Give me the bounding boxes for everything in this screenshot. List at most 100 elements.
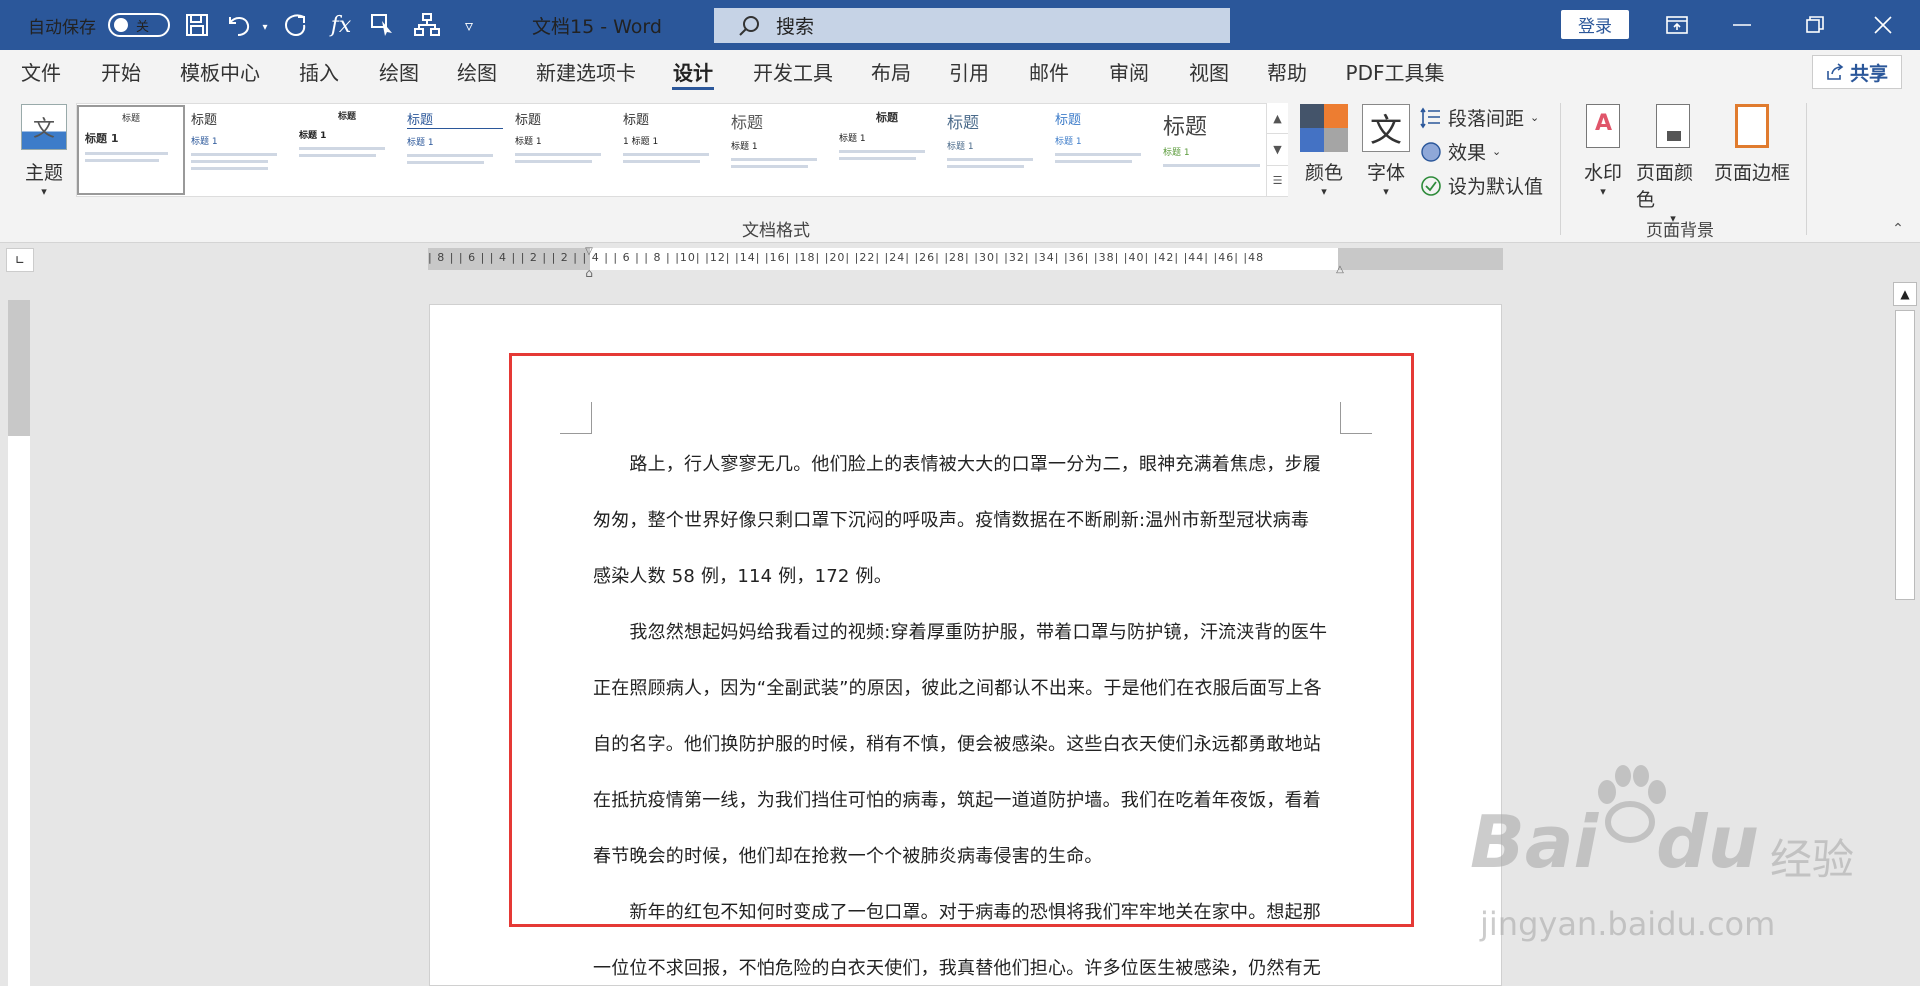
style-set-title: 标题: [1163, 115, 1208, 140]
preview-line: [407, 161, 484, 164]
search-placeholder: 搜索: [776, 16, 815, 38]
tab-selector-icon[interactable]: ∟: [6, 248, 34, 272]
gallery-up-icon[interactable]: ▲: [1267, 103, 1288, 135]
preview-line: [1055, 160, 1132, 163]
style-set-heading: 1 标题 1: [623, 137, 659, 147]
scroll-up-icon[interactable]: ▲: [1893, 282, 1917, 306]
autosave-control[interactable]: 自动保存 关: [28, 10, 170, 40]
style-set-item[interactable]: 标题 标题 1: [833, 105, 941, 195]
tab-pdf-tools[interactable]: PDF工具集: [1340, 50, 1450, 93]
restore-icon[interactable]: [1790, 8, 1840, 42]
tab-review[interactable]: 审阅: [1104, 50, 1154, 93]
tab-insert[interactable]: 插入: [294, 50, 344, 93]
themes-icon: 文: [21, 104, 67, 150]
watermark-brand-du: du: [1656, 800, 1759, 884]
themes-label: 主题: [24, 162, 63, 184]
group-label-page-background: 页面背景: [1646, 221, 1714, 241]
style-set-item[interactable]: 标题 标题 1: [1157, 105, 1277, 195]
preview-line: [731, 158, 818, 161]
fonts-button[interactable]: 文 字体 ▾: [1360, 104, 1412, 198]
chevron-down-icon: ⌄: [1530, 111, 1540, 124]
org-chart-icon[interactable]: [410, 10, 444, 40]
preview-line: [299, 147, 386, 150]
style-set-item[interactable]: 标题 标题 1: [941, 105, 1049, 195]
style-set-item[interactable]: 标题 1 标题 1: [617, 105, 725, 195]
tab-help[interactable]: 帮助: [1262, 50, 1312, 93]
function-icon[interactable]: fx: [324, 10, 358, 40]
style-set-heading: 标题 1: [947, 142, 974, 152]
tab-new-tab[interactable]: 新建选项卡: [530, 50, 642, 93]
preview-line: [1055, 153, 1142, 156]
effects-label: 效果: [1448, 142, 1487, 164]
tab-design[interactable]: 设计: [668, 50, 718, 93]
tab-developer[interactable]: 开发工具: [748, 50, 838, 93]
style-set-item[interactable]: 标题 标题 1: [293, 105, 401, 195]
save-icon[interactable]: [180, 10, 214, 40]
highlight-box: [509, 353, 1414, 927]
left-indent-marker[interactable]: ⌂: [582, 266, 596, 280]
tab-layout[interactable]: 布局: [866, 50, 916, 93]
style-set-item[interactable]: 标题 标题 1: [185, 105, 293, 195]
style-set-heading: 标题 1: [85, 132, 119, 145]
set-as-default-label: 设为默认值: [1448, 176, 1544, 198]
page-color-button[interactable]: 页面颜色 ▾: [1636, 104, 1710, 225]
customize-icon[interactable]: ▿: [452, 10, 486, 40]
document-line[interactable]: 一位位不求回报，不怕危险的白衣天使们，我真替他们担心。许多位医生被感染，仍然有无: [593, 954, 1343, 980]
search-box[interactable]: 搜索: [714, 8, 1230, 43]
preview-line: [731, 165, 808, 168]
scroll-thumb[interactable]: [1895, 310, 1915, 600]
login-button[interactable]: 登录: [1561, 10, 1629, 39]
tab-view[interactable]: 视图: [1184, 50, 1234, 93]
share-button[interactable]: 共享: [1812, 55, 1902, 89]
preview-line: [515, 153, 602, 156]
style-set-title: 标题: [731, 113, 764, 132]
themes-button[interactable]: 文 主题 ▾: [16, 104, 72, 198]
pointer-icon[interactable]: [366, 10, 400, 40]
watermark-brand: Bai du: [1470, 800, 1759, 884]
ribbon-display-options-icon[interactable]: [1652, 8, 1702, 42]
undo-dropdown-icon[interactable]: ▾: [258, 20, 272, 34]
style-set-item[interactable]: 标题 标题 1: [509, 105, 617, 195]
tab-file[interactable]: 文件: [16, 50, 66, 93]
right-indent-marker[interactable]: △: [1333, 264, 1347, 275]
share-label: 共享: [1849, 62, 1888, 85]
watermark-button[interactable]: A 水印 ▾: [1578, 104, 1628, 198]
chevron-down-icon: ▾: [41, 185, 47, 198]
undo-icon[interactable]: [222, 10, 256, 40]
paragraph-spacing-button[interactable]: 段落间距 ⌄: [1420, 104, 1539, 131]
effects-button[interactable]: 效果 ⌄: [1420, 138, 1501, 165]
style-set-item[interactable]: 标题 标题 1: [725, 105, 833, 195]
style-set-item[interactable]: 标题 标题 1: [1049, 105, 1157, 195]
autosave-label: 自动保存: [28, 17, 96, 38]
style-set-gallery: 标题 标题 1 标题 标题 1 标题 标题 1 标题 标题 1 标题 标题 1 …: [76, 103, 1286, 197]
autosave-toggle[interactable]: 关: [108, 13, 170, 37]
style-set-item[interactable]: 标题 标题 1: [401, 105, 509, 195]
ribbon-separator: [1806, 103, 1807, 235]
style-set-item[interactable]: 标题 标题 1: [77, 105, 185, 195]
fonts-label: 字体: [1366, 162, 1405, 184]
set-as-default-button[interactable]: 设为默认值: [1420, 172, 1543, 199]
redo-icon[interactable]: [278, 10, 312, 40]
preview-line: [947, 158, 1034, 161]
watermark-jingyan: 经验: [1770, 835, 1855, 884]
gallery-down-icon[interactable]: ▼: [1267, 134, 1288, 166]
style-set-title: 标题: [121, 114, 140, 124]
first-line-indent-marker[interactable]: ▽: [582, 246, 596, 257]
close-icon[interactable]: [1858, 8, 1908, 42]
page-borders-label: 页面边框: [1714, 162, 1791, 184]
colors-button[interactable]: 颜色 ▾: [1298, 104, 1350, 198]
tab-mailings[interactable]: 邮件: [1024, 50, 1074, 93]
collapse-ribbon-icon[interactable]: ⌃: [1888, 220, 1908, 238]
minimize-icon[interactable]: [1717, 8, 1767, 42]
style-set-title: 标题: [1055, 113, 1082, 128]
tab-references[interactable]: 引用: [944, 50, 994, 93]
tab-template-center[interactable]: 模板中心: [176, 50, 264, 93]
preview-line: [515, 160, 592, 163]
tab-draw-2[interactable]: 绘图: [452, 50, 502, 93]
tab-draw[interactable]: 绘图: [374, 50, 424, 93]
tab-home[interactable]: 开始: [96, 50, 146, 93]
page-borders-button[interactable]: 页面边框: [1714, 104, 1790, 185]
style-set-title: 标题: [337, 112, 356, 122]
colors-icon: [1300, 104, 1348, 152]
gallery-more-icon[interactable]: ☰: [1267, 166, 1288, 197]
